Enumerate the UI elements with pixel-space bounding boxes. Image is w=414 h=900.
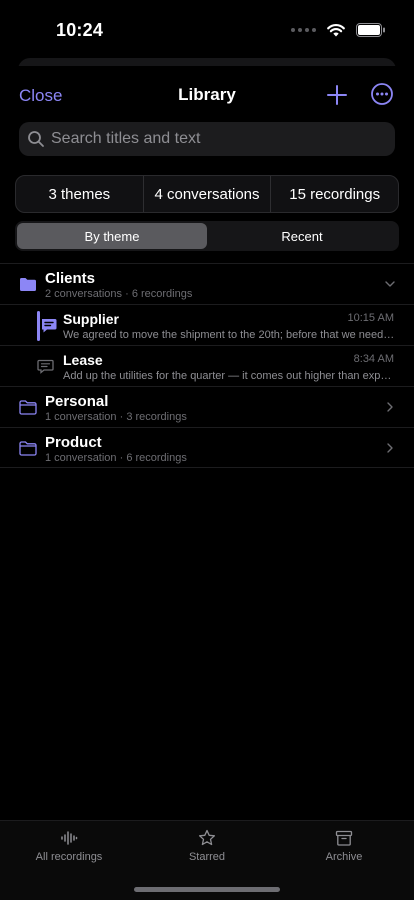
more-options-icon[interactable] <box>370 82 394 106</box>
tab-label: Archive <box>325 851 363 863</box>
chevron-right-icon <box>387 443 393 453</box>
chevron-right-icon <box>387 402 393 412</box>
chat-bubble-icon <box>37 359 54 374</box>
conversation-time: 8:34 AM <box>353 353 394 365</box>
tab-starred[interactable]: Starred <box>147 829 267 863</box>
conversation-time: 10:15 AM <box>347 312 394 324</box>
folder-icon <box>19 400 37 415</box>
theme-subtitle: 1 conversation · 3 recordings <box>45 411 187 423</box>
library-sheet: Close Library 3 themes 4 conversations 1… <box>0 66 414 900</box>
cellular-signal-icon <box>291 27 316 32</box>
search-bar[interactable] <box>19 122 395 156</box>
search-icon <box>28 131 44 147</box>
status-time: 10:24 <box>56 20 104 40</box>
folder-filled-icon <box>20 278 36 291</box>
conversation-row-supplier[interactable]: Supplier 10:15 AM We agreed to move the … <box>0 304 414 345</box>
chat-bubble-filled-icon <box>42 319 57 333</box>
theme-title: Personal <box>45 393 109 410</box>
folder-icon <box>19 441 37 456</box>
theme-row-product[interactable]: Product 1 conversation · 6 recordings <box>0 427 414 468</box>
themes-count[interactable]: 3 themes <box>16 176 143 212</box>
library-stats: 3 themes 4 conversations 15 recordings <box>15 175 399 213</box>
wifi-icon <box>327 24 345 37</box>
segment-by-theme[interactable]: By theme <box>17 223 207 249</box>
theme-title: Clients <box>45 270 96 287</box>
theme-subtitle: 2 conversations · 6 recordings <box>45 288 193 300</box>
waveform-icon <box>61 831 78 845</box>
theme-row-personal[interactable]: Personal 1 conversation · 3 recordings <box>0 386 414 427</box>
conversation-snippet: Add up the utilities for the quarter — i… <box>63 370 395 382</box>
theme-subtitle: 1 conversation · 6 recordings <box>45 452 187 464</box>
conversation-title: Lease <box>63 352 103 368</box>
battery-icon <box>356 22 385 37</box>
conversation-snippet: We agreed to move the shipment to the 20… <box>63 329 395 341</box>
conversation-row-lease[interactable]: Lease 8:34 AM Add up the utilities for t… <box>0 345 414 386</box>
theme-list: Clients 2 conversations · 6 recordings S… <box>0 263 414 468</box>
tab-all-recordings[interactable]: All recordings <box>9 829 129 863</box>
segment-recent[interactable]: Recent <box>207 223 397 249</box>
star-icon <box>198 829 216 846</box>
theme-title: Product <box>45 434 102 451</box>
conversations-count[interactable]: 4 conversations <box>142 176 271 212</box>
tab-label: All recordings <box>35 851 103 863</box>
add-icon[interactable] <box>325 83 349 107</box>
page-title: Library <box>178 85 236 104</box>
recordings-count[interactable]: 15 recordings <box>270 176 398 212</box>
tab-archive[interactable]: Archive <box>284 829 404 863</box>
chevron-down-icon <box>385 281 395 287</box>
nav-bar: Close Library <box>0 66 414 122</box>
search-input[interactable] <box>51 130 381 148</box>
view-mode-segmented-control: By theme Recent <box>15 221 399 251</box>
archive-box-icon <box>335 830 353 846</box>
status-icons <box>291 22 386 37</box>
status-bar: 10:24 <box>0 0 414 58</box>
tab-label: Starred <box>188 851 226 863</box>
conversation-title: Supplier <box>63 311 120 327</box>
home-indicator <box>134 887 280 892</box>
theme-row-clients[interactable]: Clients 2 conversations · 6 recordings <box>0 263 414 304</box>
